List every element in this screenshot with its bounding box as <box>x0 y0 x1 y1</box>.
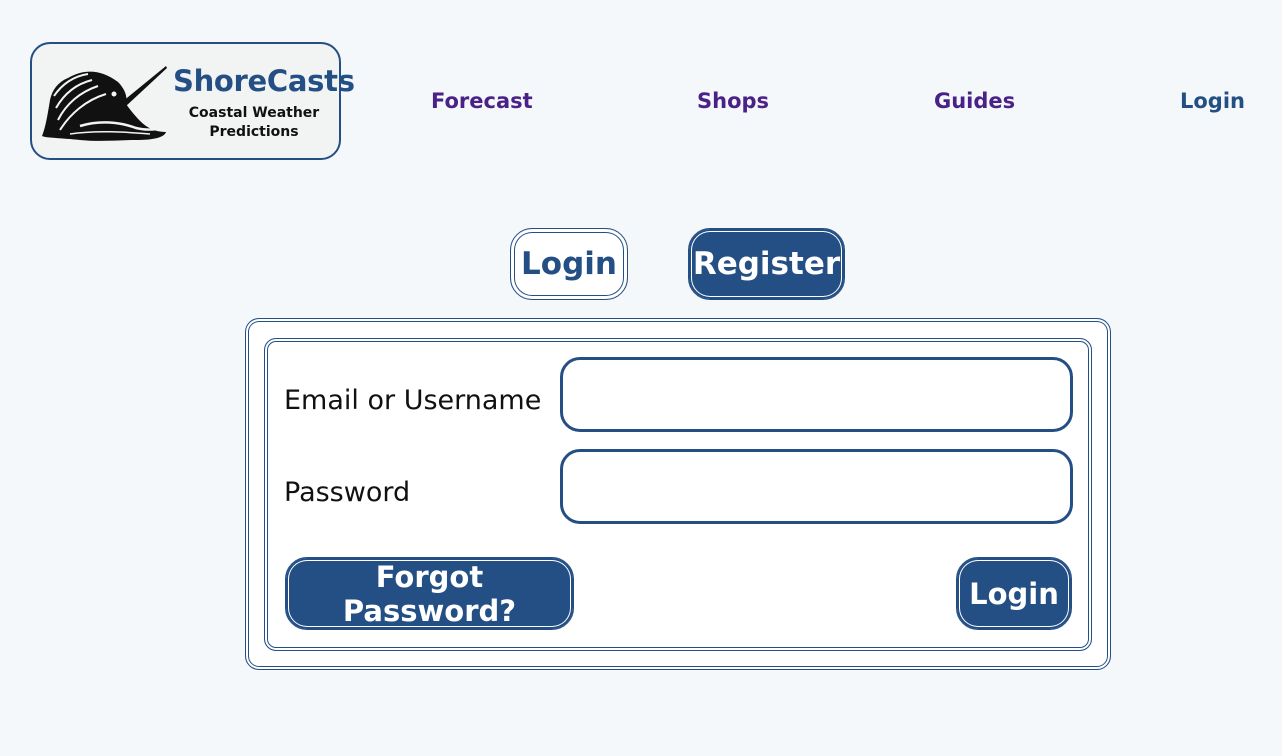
nav-shops-link[interactable]: Shops <box>697 89 769 113</box>
email-label: Email or Username <box>284 385 542 416</box>
logo-title: ShoreCasts <box>173 64 355 98</box>
logo-subtitle: Coastal Weather Predictions <box>173 104 335 142</box>
login-submit-button[interactable]: Login <box>956 557 1072 630</box>
logo-subtitle-line1: Coastal Weather <box>188 105 320 121</box>
email-field[interactable] <box>560 357 1073 432</box>
password-field[interactable] <box>560 449 1073 524</box>
sailfish-icon <box>42 66 167 141</box>
nav-forecast-link[interactable]: Forecast <box>431 89 533 113</box>
tab-register[interactable]: Register <box>688 228 845 300</box>
site-logo[interactable]: ShoreCasts Coastal Weather Predictions <box>30 42 355 160</box>
tab-login[interactable]: Login <box>510 228 628 300</box>
page: ShoreCasts Coastal Weather Predictions F… <box>0 0 1282 756</box>
nav-guides-link[interactable]: Guides <box>934 89 1015 113</box>
nav-login-link[interactable]: Login <box>1180 89 1245 113</box>
forgot-password-button[interactable]: Forgot Password? <box>285 557 574 630</box>
password-label: Password <box>284 477 411 508</box>
logo-subtitle-line2: Predictions <box>209 124 299 140</box>
